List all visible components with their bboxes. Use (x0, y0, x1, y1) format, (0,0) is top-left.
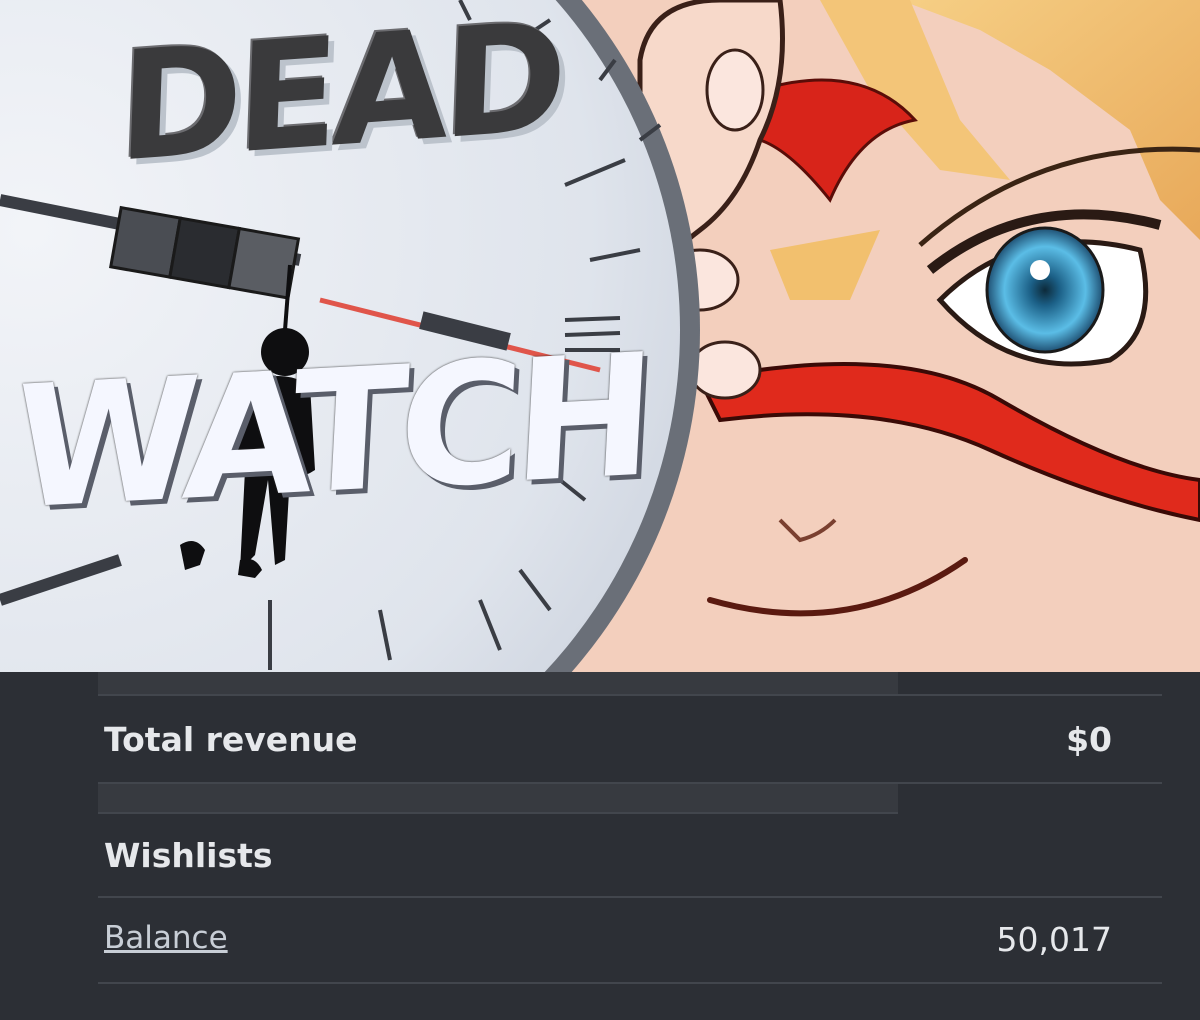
panel-strip-mid (98, 784, 898, 812)
divider-mid (98, 812, 898, 814)
balance-value: 50,017 (996, 920, 1112, 959)
game-title-line1: DEAD (115, 0, 565, 196)
game-title-line2: WATCH (9, 317, 652, 547)
game-banner: DEAD WATCH (0, 0, 1200, 672)
divider-top (98, 694, 1162, 696)
fingernail-1 (705, 48, 765, 132)
balance-link[interactable]: Balance (104, 920, 228, 956)
divider-bottom (98, 982, 1162, 984)
total-revenue-value: $0 (1066, 720, 1112, 759)
eye-iris (985, 226, 1105, 354)
fingernail-3 (688, 340, 762, 400)
wishlists-label: Wishlists (104, 836, 273, 875)
panel-strip-top (98, 672, 898, 694)
page-root: DEAD WATCH Total revenue $0 Wishlists Ba… (0, 0, 1200, 1020)
divider-wishlists (98, 896, 1162, 898)
stats-panel: Total revenue $0 Wishlists Balance 50,01… (0, 672, 1200, 1020)
eye-highlight (1030, 260, 1050, 280)
total-revenue-label: Total revenue (104, 720, 358, 759)
